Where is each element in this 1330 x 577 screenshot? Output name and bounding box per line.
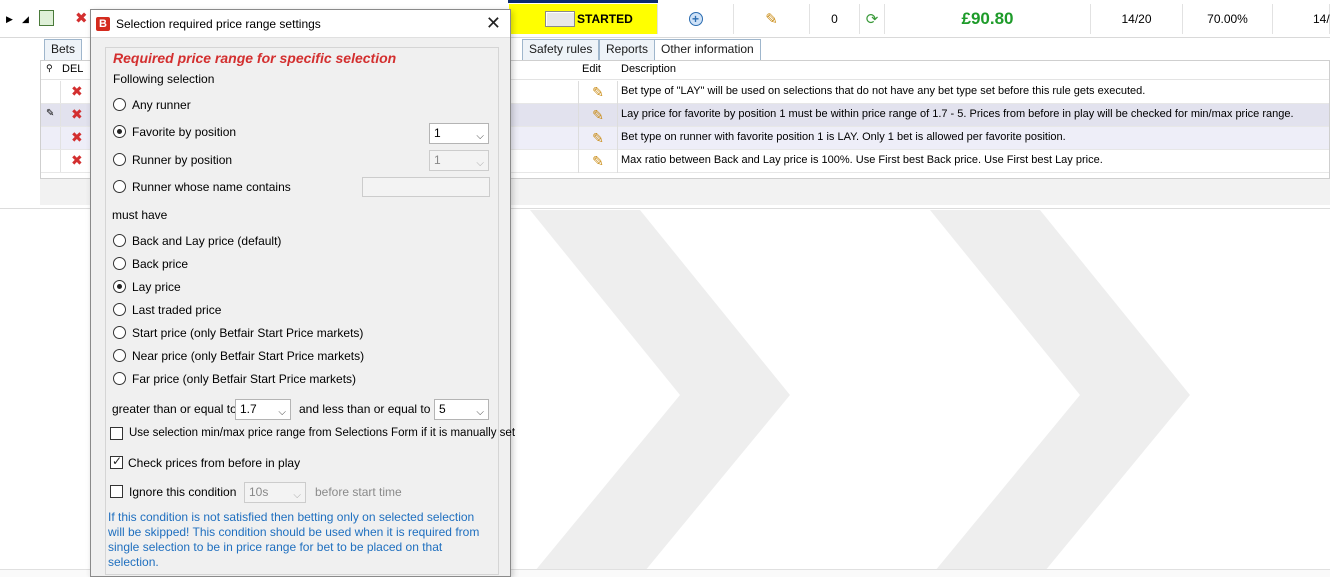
- ratio-a-value: 14/20: [1121, 12, 1152, 26]
- last-traded-price-radio[interactable]: [113, 303, 126, 316]
- percent-value: 70.00%: [1207, 12, 1248, 26]
- tab-reports[interactable]: Reports: [599, 39, 656, 60]
- delete-icon[interactable]: ✖: [75, 9, 88, 27]
- far-price-radio[interactable]: [113, 372, 126, 385]
- dialog-title: Selection required price range settings: [116, 17, 321, 31]
- near-price-label: Near price (only Betfair Start Price mar…: [132, 349, 365, 363]
- add-circle-icon[interactable]: +: [688, 12, 703, 26]
- amount-cell: £90.80: [885, 4, 1091, 34]
- status-button[interactable]: [545, 11, 575, 27]
- delete-icon[interactable]: ✖: [71, 83, 83, 100]
- lay-price-label: Lay price: [132, 280, 181, 294]
- start-price-label: Start price (only Betfair Start Price ma…: [132, 326, 364, 340]
- runner-position-select[interactable]: 1 ⌵: [429, 150, 489, 171]
- ignore-condition-checkbox[interactable]: [110, 485, 123, 498]
- status-text: STARTED: [577, 12, 633, 26]
- min-price-select[interactable]: 1.7 ⌵: [235, 399, 291, 420]
- edit-cell: ✎: [734, 4, 810, 34]
- following-selection-label: Following selection: [113, 72, 215, 86]
- back-and-lay-price-radio[interactable]: [113, 234, 126, 247]
- header-accent: [508, 0, 658, 3]
- runner-name-contains-label: Runner whose name contains: [132, 180, 291, 194]
- rule-description: Bet type on runner with favorite positio…: [621, 131, 1066, 143]
- edit-pencil-icon[interactable]: ✎: [592, 107, 604, 124]
- collapse-arrow-icon[interactable]: ◢: [22, 14, 29, 25]
- favorite-by-position-radio[interactable]: [113, 125, 126, 138]
- far-price-label: Far price (only Betfair Start Price mark…: [132, 372, 357, 386]
- runner-by-position-radio[interactable]: [113, 153, 126, 166]
- expand-arrow-icon[interactable]: ▶: [6, 14, 13, 25]
- amount-value: £90.80: [961, 9, 1014, 28]
- runner-by-position-label: Runner by position: [132, 153, 233, 167]
- ratio-b-cell: 14/20: [1273, 4, 1330, 34]
- delete-icon[interactable]: ✖: [71, 106, 83, 123]
- info-note: If this condition is not satisfied then …: [108, 510, 480, 569]
- tab-other-information[interactable]: Other information: [654, 39, 761, 60]
- rule-description: Max ratio between Back and Lay price is …: [621, 154, 1103, 166]
- favorite-by-position-label: Favorite by position: [132, 125, 237, 139]
- tab-safety-rules[interactable]: Safety rules: [522, 39, 600, 60]
- status-cell: STARTED: [509, 4, 658, 34]
- chevron-down-icon: ⌵: [278, 407, 286, 418]
- header-del: DEL: [62, 63, 84, 75]
- any-runner-label: Any runner: [132, 98, 191, 112]
- edit-pencil-icon[interactable]: ✎: [765, 10, 778, 28]
- use-min-max-checkbox[interactable]: [110, 427, 123, 440]
- document-icon[interactable]: [39, 10, 54, 26]
- back-price-radio[interactable]: [113, 257, 126, 270]
- edit-pencil-icon[interactable]: ✎: [592, 84, 604, 101]
- chevron-down-icon: ⌵: [476, 131, 484, 142]
- runner-name-contains-radio[interactable]: [113, 180, 126, 193]
- use-min-max-label: Use selection min/max price range from S…: [129, 427, 516, 439]
- check-before-inplay-checkbox[interactable]: [110, 454, 123, 469]
- close-icon[interactable]: ✕: [486, 13, 501, 33]
- chevron-down-icon: ⌵: [476, 158, 484, 169]
- lte-label: and less than or equal to: [299, 402, 431, 416]
- header-description: Description: [621, 63, 677, 75]
- ratio-a-cell: 14/20: [1091, 4, 1183, 34]
- back-price-label: Back price: [132, 257, 189, 271]
- dialog-titlebar[interactable]: B Selection required price range setting…: [91, 10, 510, 38]
- edit-pencil-icon[interactable]: ✎: [592, 130, 604, 147]
- percent-cell: 70.00%: [1183, 4, 1273, 34]
- lay-price-radio[interactable]: [113, 280, 126, 293]
- rule-description: Bet type of "LAY" will be used on select…: [621, 85, 1146, 97]
- chevron-down-icon: ⌵: [293, 490, 301, 501]
- favorite-position-select[interactable]: 1 ⌵: [429, 123, 489, 144]
- refresh-icon[interactable]: ⟳: [866, 10, 879, 28]
- runner-name-input[interactable]: [362, 177, 490, 197]
- price-range-dialog: B Selection required price range setting…: [90, 9, 515, 577]
- before-start-label: before start time: [315, 485, 402, 499]
- count-value: 0: [831, 12, 838, 26]
- chevron-down-icon: ⌵: [476, 407, 484, 418]
- ignore-time-select[interactable]: 10s ⌵: [244, 482, 306, 503]
- near-price-radio[interactable]: [113, 349, 126, 362]
- edit-pencil-icon[interactable]: ✎: [592, 153, 604, 170]
- must-have-label: must have: [112, 208, 168, 222]
- delete-icon[interactable]: ✖: [71, 152, 83, 169]
- gte-label: greater than or equal to: [112, 402, 237, 416]
- app-logo-icon: B: [96, 17, 110, 31]
- start-price-radio[interactable]: [113, 326, 126, 339]
- back-and-lay-price-label: Back and Lay price (default): [132, 234, 282, 248]
- any-runner-radio[interactable]: [113, 98, 126, 111]
- count-cell: 0: [810, 4, 860, 34]
- refresh-cell: ⟳: [860, 4, 885, 34]
- ignore-condition-label: Ignore this condition: [129, 485, 237, 499]
- search-icon[interactable]: ⚲: [46, 63, 53, 74]
- ratio-b-value: 14/20: [1312, 12, 1330, 26]
- tab-bets[interactable]: Bets: [44, 39, 83, 60]
- rule-description: Lay price for favorite by position 1 mus…: [621, 108, 1294, 120]
- section-title: Required price range for specific select…: [113, 50, 397, 66]
- current-row-pencil-icon: ✎: [46, 108, 55, 119]
- header-edit: Edit: [582, 63, 601, 75]
- add-cell: +: [658, 4, 734, 34]
- max-price-select[interactable]: 5 ⌵: [434, 399, 489, 420]
- check-before-inplay-label: Check prices from before in play: [128, 456, 301, 470]
- delete-icon[interactable]: ✖: [71, 129, 83, 146]
- last-traded-price-label: Last traded price: [132, 303, 222, 317]
